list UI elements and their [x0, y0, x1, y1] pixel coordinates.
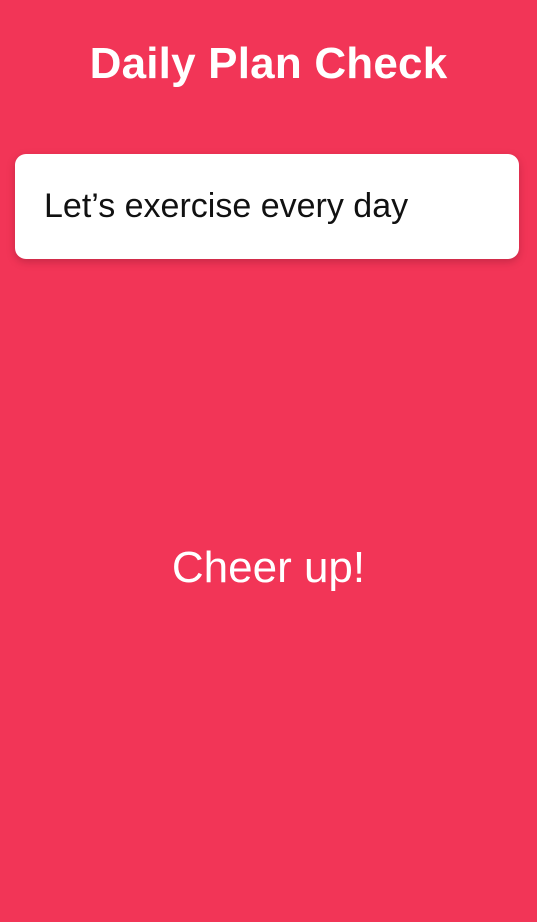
plan-text: Let’s exercise every day [44, 186, 409, 225]
app-screen: Daily Plan Check Let’s exercise every da… [0, 0, 537, 922]
page-title: Daily Plan Check [89, 39, 448, 88]
cheer-message: Cheer up! [171, 543, 366, 592]
plan-card[interactable]: Let’s exercise every day [15, 154, 519, 259]
